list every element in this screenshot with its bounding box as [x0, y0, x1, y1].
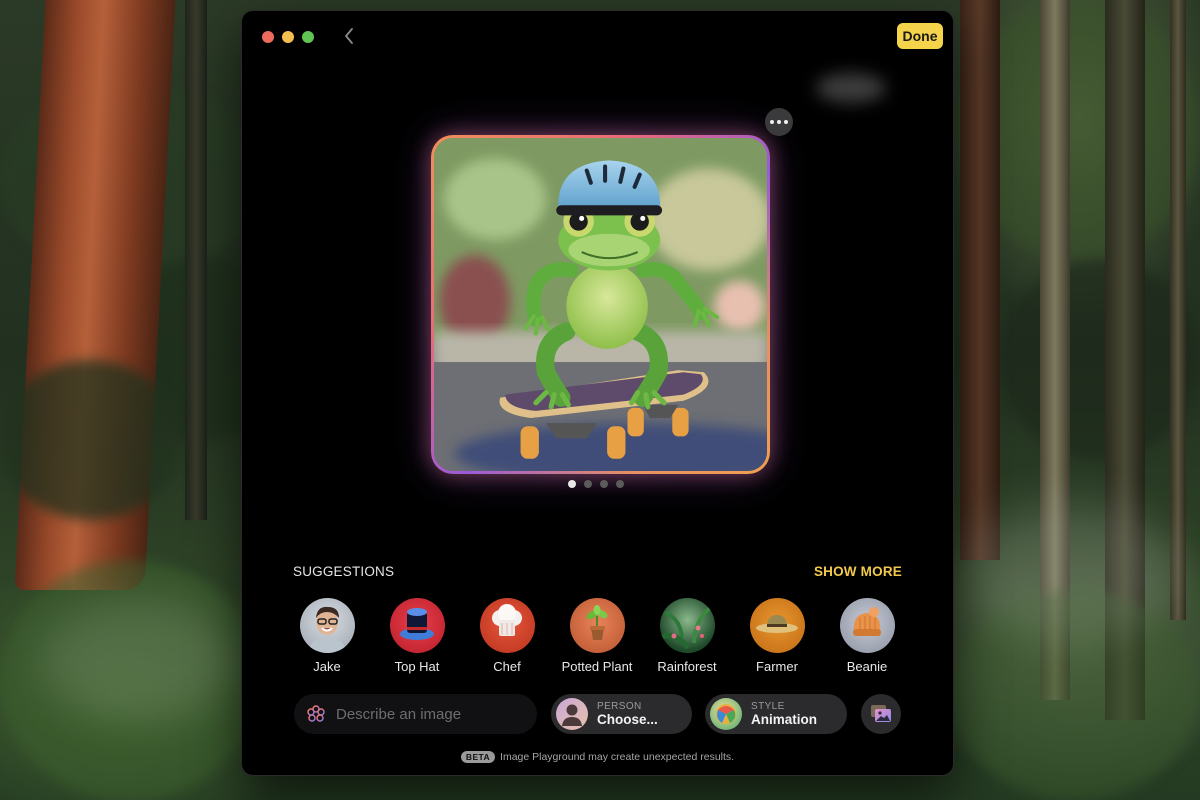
- back-button[interactable]: [339, 27, 359, 47]
- animation-style-icon: [710, 698, 742, 730]
- chef-hat-icon: [479, 598, 535, 653]
- farmer-hat-icon: [749, 598, 805, 653]
- person-picker-button[interactable]: PERSON Choose...: [551, 694, 692, 734]
- beta-badge: BETA: [460, 751, 496, 763]
- show-more-button[interactable]: SHOW MORE: [814, 564, 902, 579]
- potted-plant-icon: [569, 598, 625, 653]
- photo-library-icon: [871, 705, 891, 722]
- more-options-button[interactable]: [765, 108, 793, 136]
- done-button[interactable]: Done: [897, 23, 943, 49]
- image-playground-icon: [307, 705, 325, 722]
- frog-skateboard-illustration: [434, 138, 767, 471]
- page-dot-3[interactable]: [600, 480, 608, 488]
- suggestion-beanie[interactable]: Beanie: [822, 598, 912, 674]
- person-value: Choose...: [597, 711, 658, 727]
- suggestion-rainforest[interactable]: Rainforest: [642, 598, 732, 674]
- page-dot-2[interactable]: [584, 480, 592, 488]
- suggestions-heading: SUGGESTIONS: [293, 564, 395, 579]
- suggestions-list: Jake Top Hat Chef Potted Plant Rainfores…: [282, 598, 912, 674]
- generated-image-frame: [431, 135, 770, 474]
- prompt-field[interactable]: [294, 694, 537, 734]
- generated-image[interactable]: [434, 138, 767, 471]
- zoom-window-button[interactable]: [302, 31, 314, 43]
- suggestion-jake[interactable]: Jake: [282, 598, 372, 674]
- photo-library-button[interactable]: [861, 694, 901, 734]
- chevron-left-icon: [345, 28, 353, 44]
- style-caption: STYLE: [751, 700, 785, 712]
- image-playground-window: Done SUGGESTIONS SHOW MORE Jake Top Hat …: [241, 10, 954, 776]
- beanie-icon: [839, 598, 895, 653]
- disclaimer-text: Image Playground may create unexpected r…: [500, 751, 735, 763]
- minimize-window-button[interactable]: [282, 31, 294, 43]
- rainforest-icon: [659, 598, 715, 653]
- page-dot-4[interactable]: [616, 480, 624, 488]
- page-dot-1[interactable]: [568, 480, 576, 488]
- person-placeholder-icon: [556, 698, 588, 730]
- ellipsis-icon: [770, 120, 788, 124]
- top-hat-icon: [389, 598, 445, 653]
- suggestion-farmer[interactable]: Farmer: [732, 598, 822, 674]
- blurred-thumbnail: [816, 73, 886, 103]
- person-avatar: [299, 598, 355, 653]
- style-value: Animation: [751, 711, 817, 727]
- style-picker-button[interactable]: STYLE Animation: [705, 694, 847, 734]
- window-controls: [262, 31, 314, 43]
- suggestion-chef[interactable]: Chef: [462, 598, 552, 674]
- suggestion-potted-plant[interactable]: Potted Plant: [552, 598, 642, 674]
- disclaimer: BETA Image Playground may create unexpec…: [242, 751, 953, 763]
- close-window-button[interactable]: [262, 31, 274, 43]
- image-page-indicator: [568, 480, 624, 488]
- describe-image-input[interactable]: [334, 704, 528, 724]
- suggestion-top-hat[interactable]: Top Hat: [372, 598, 462, 674]
- person-caption: PERSON: [597, 700, 642, 712]
